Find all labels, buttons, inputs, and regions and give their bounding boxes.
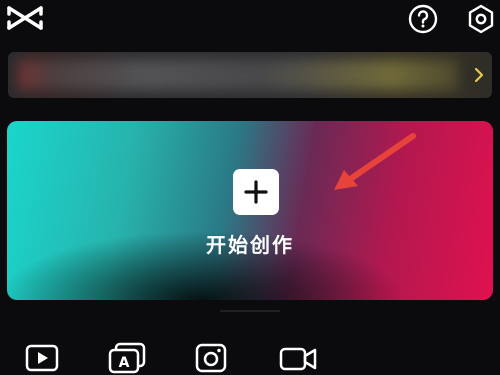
plus-icon[interactable] [233, 169, 279, 215]
start-creation-card[interactable]: 开始创作 [7, 121, 493, 300]
tool-row: A [0, 335, 500, 375]
settings-icon[interactable] [465, 3, 497, 35]
camera-photo-icon[interactable] [194, 341, 230, 375]
svg-text:A: A [119, 355, 130, 371]
template-a-icon[interactable]: A [107, 341, 146, 375]
banner-blurred-content [18, 60, 458, 90]
help-icon[interactable] [407, 3, 439, 35]
section-divider [220, 310, 280, 312]
chevron-right-icon[interactable] [472, 66, 486, 84]
video-play-icon[interactable] [24, 341, 60, 375]
video-camera-icon[interactable] [278, 341, 317, 375]
capcut-logo-icon [5, 2, 45, 34]
start-creation-label[interactable]: 开始创作 [7, 229, 493, 258]
top-bar [0, 0, 500, 40]
promo-banner[interactable] [8, 52, 492, 98]
annotation-arrow-icon [320, 128, 420, 198]
